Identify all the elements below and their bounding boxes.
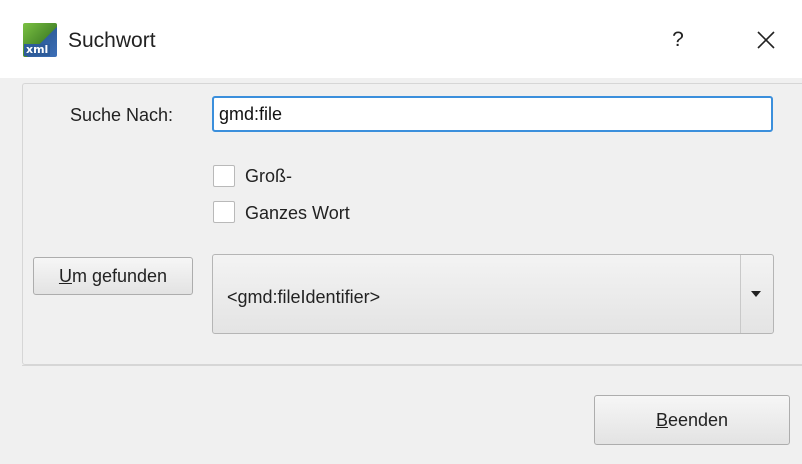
close-icon	[757, 31, 775, 49]
results-selected-value: <gmd:fileIdentifier>	[227, 287, 381, 307]
search-label: Suche Nach:	[70, 105, 174, 125]
whole-word-checkbox[interactable]	[213, 201, 235, 223]
case-sensitive-label[interactable]: Groß-	[245, 164, 292, 188]
find-button[interactable]: Um gefunden	[33, 257, 193, 295]
footer-divider	[22, 365, 802, 366]
search-dialog: xml Suchwort ? Suche Nach: Groß- Ganzes …	[0, 0, 802, 464]
window-title: Suchwort	[68, 29, 156, 52]
close-dialog-label: eenden	[667, 410, 729, 430]
case-sensitive-checkbox[interactable]	[213, 165, 235, 187]
dropdown-arrow-icon[interactable]	[749, 289, 763, 299]
find-button-mnemonic: U	[58, 266, 72, 286]
title-bar: xml Suchwort ?	[0, 0, 802, 78]
close-dialog-button[interactable]: Beenden	[594, 395, 790, 445]
whole-word-label[interactable]: Ganzes Wort	[245, 201, 350, 225]
combo-separator	[740, 255, 741, 333]
find-button-label: m gefunden	[71, 266, 168, 286]
close-dialog-mnemonic: B	[655, 410, 668, 430]
close-button[interactable]	[745, 22, 787, 58]
help-button[interactable]: ?	[660, 22, 696, 58]
results-combobox[interactable]: <gmd:fileIdentifier>	[212, 254, 774, 334]
xml-app-icon: xml	[23, 23, 57, 57]
app-icon-label: xml	[24, 43, 51, 56]
search-input[interactable]	[212, 96, 773, 132]
